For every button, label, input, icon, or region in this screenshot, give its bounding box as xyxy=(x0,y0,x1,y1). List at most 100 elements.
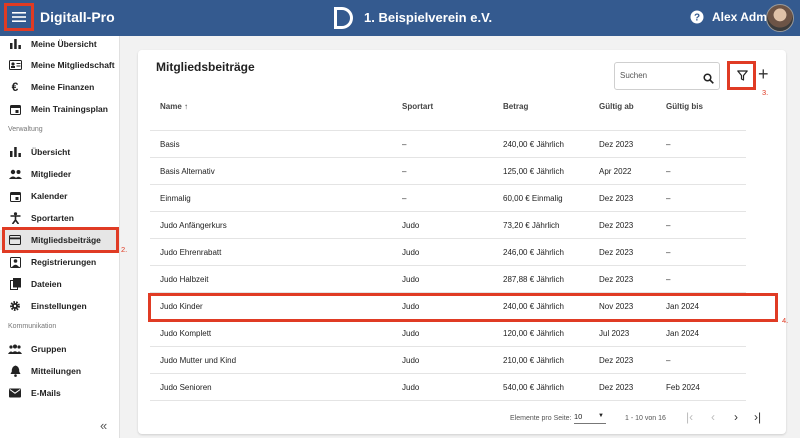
cell-name: Einmalig xyxy=(160,194,191,203)
help-icon[interactable]: ? xyxy=(690,10,704,29)
previous-page-icon[interactable]: ‹ xyxy=(711,410,715,424)
cell-betrag: 120,00 € Jährlich xyxy=(503,329,564,338)
page-range: 1 - 10 von 16 xyxy=(625,415,666,422)
column-header-betrag[interactable]: Betrag xyxy=(503,102,528,111)
sidebar-item-mitteilungen[interactable]: Mitteilungen xyxy=(0,361,120,381)
collapse-sidebar-icon[interactable]: « xyxy=(100,418,107,433)
cell-gueltig-ab: Dez 2023 xyxy=(599,248,634,257)
cell-name: Basis xyxy=(160,140,180,149)
table-row[interactable]: Einmalig – 60,00 € Einmalig Dez 2023 – xyxy=(150,185,746,212)
sidebar-section-kommunikation: Kommunikation xyxy=(8,323,57,330)
sidebar-item-label: Kalender xyxy=(31,191,68,201)
cell-gueltig-ab: Dez 2023 xyxy=(599,356,634,365)
next-page-icon[interactable]: › xyxy=(734,410,738,424)
mail-icon xyxy=(8,386,22,400)
sidebar-item-meine-uebersicht[interactable]: Meine Übersicht xyxy=(0,34,120,54)
cell-sportart: – xyxy=(402,140,407,149)
items-per-page-label: Elemente pro Seite: xyxy=(510,415,572,422)
sidebar-item-e-mails[interactable]: E-Mails xyxy=(0,383,120,403)
svg-text:?: ? xyxy=(694,13,700,24)
table-row[interactable]: Judo Senioren Judo 540,00 € Jährlich Dez… xyxy=(150,374,746,401)
sidebar-section-verwaltung: Verwaltung xyxy=(8,126,43,133)
cell-name: Judo Halbzeit xyxy=(160,275,209,284)
sidebar-item-label: Mitglieder xyxy=(31,169,72,179)
column-header-sportart[interactable]: Sportart xyxy=(402,102,433,111)
top-app-bar: Digitall-Pro 1. Beispielverein e.V. ? Al… xyxy=(0,0,800,36)
membership-fees-card: Mitgliedsbeiträge + Name ↑ Sportart Betr… xyxy=(138,50,786,434)
search-input[interactable] xyxy=(620,71,696,80)
sidebar-item-meine-mitgliedschaft[interactable]: Meine Mitgliedschaft xyxy=(0,55,120,75)
sidebar-item-label: Gruppen xyxy=(31,344,67,354)
cell-gueltig-bis: – xyxy=(666,221,671,230)
people-icon xyxy=(8,167,22,181)
column-header-gueltig-bis[interactable]: Gültig bis xyxy=(666,102,703,111)
sidebar-item-label: Meine Übersicht xyxy=(31,39,97,49)
sidebar-item-dateien[interactable]: Dateien xyxy=(0,274,120,294)
sidebar-item-label: Dateien xyxy=(31,279,62,289)
cell-gueltig-bis: – xyxy=(666,194,671,203)
cell-gueltig-ab: Dez 2023 xyxy=(599,275,634,284)
sidebar-item-uebersicht[interactable]: Übersicht xyxy=(0,142,120,162)
sidebar-item-label: E-Mails xyxy=(31,388,61,398)
sidebar-item-meine-finanzen[interactable]: € Meine Finanzen xyxy=(0,77,120,97)
sidebar-item-mein-trainingsplan[interactable]: Mein Trainingsplan xyxy=(0,99,120,119)
bar-chart-icon xyxy=(8,37,22,51)
gear-icon xyxy=(8,299,22,313)
table-row[interactable]: Judo Halbzeit Judo 287,88 € Jährlich Dez… xyxy=(150,266,746,293)
calendar-icon xyxy=(8,189,22,203)
first-page-icon[interactable]: |‹ xyxy=(686,410,693,424)
sidebar-item-label: Mitteilungen xyxy=(31,366,82,376)
cell-gueltig-ab: Jul 2023 xyxy=(599,329,630,338)
euro-icon: € xyxy=(11,80,19,94)
search-field xyxy=(614,62,720,90)
id-card-icon xyxy=(8,58,22,72)
sidebar-item-sportarten[interactable]: Sportarten xyxy=(0,208,120,228)
avatar[interactable] xyxy=(766,4,794,32)
cell-name: Judo Anfängerkurs xyxy=(160,221,227,230)
cell-gueltig-ab: Dez 2023 xyxy=(599,140,634,149)
cell-gueltig-bis: – xyxy=(666,140,671,149)
cell-betrag: 73,20 € Jährlich xyxy=(503,221,560,230)
sidebar-item-label: Meine Finanzen xyxy=(31,82,95,92)
sidebar-item-kalender[interactable]: Kalender xyxy=(0,186,120,206)
cell-gueltig-ab: Apr 2022 xyxy=(599,167,632,176)
cell-sportart: Judo xyxy=(402,329,420,338)
cell-sportart: – xyxy=(402,194,407,203)
files-icon xyxy=(8,277,22,291)
cell-gueltig-ab: Dez 2023 xyxy=(599,194,634,203)
cell-name: Judo Mutter und Kind xyxy=(160,356,237,365)
cell-gueltig-ab: Dez 2023 xyxy=(599,221,634,230)
sidebar-item-label: Sportarten xyxy=(31,213,74,223)
table-row[interactable]: Basis – 240,00 € Jährlich Dez 2023 – xyxy=(150,131,746,158)
sidebar-item-einstellungen[interactable]: Einstellungen xyxy=(0,296,120,316)
cell-betrag: 540,00 € Jährlich xyxy=(503,383,564,392)
club-name: 1. Beispielverein e.V. xyxy=(364,10,493,25)
cell-betrag: 287,88 € Jährlich xyxy=(503,275,564,284)
annotation-label-2: 2. xyxy=(121,245,128,254)
annotation-box-sidebar xyxy=(2,227,119,253)
table-row[interactable]: Judo Ehrenrabatt Judo 246,00 € Jährlich … xyxy=(150,239,746,266)
cell-sportart: Judo xyxy=(402,356,420,365)
search-icon[interactable] xyxy=(703,71,714,89)
add-icon[interactable]: + xyxy=(758,65,769,83)
column-header-gueltig-ab[interactable]: Gültig ab xyxy=(599,102,634,111)
cell-betrag: 246,00 € Jährlich xyxy=(503,248,564,257)
table-row[interactable]: Judo Mutter und Kind Judo 210,00 € Jährl… xyxy=(150,347,746,374)
cell-gueltig-bis: – xyxy=(666,248,671,257)
last-page-icon[interactable]: ›| xyxy=(754,410,761,424)
sidebar-item-mitglieder[interactable]: Mitglieder xyxy=(0,164,120,184)
sidebar-item-registrierungen[interactable]: Registrierungen xyxy=(0,252,120,272)
annotation-box-filter xyxy=(727,61,756,90)
app-title[interactable]: Digitall-Pro xyxy=(40,9,115,25)
column-header-name[interactable]: Name ↑ xyxy=(160,102,188,111)
table-row[interactable]: Judo Anfängerkurs Judo 73,20 € Jährlich … xyxy=(150,212,746,239)
annotation-box-menu xyxy=(4,3,34,31)
page-size-select[interactable]: 10 ▼ xyxy=(574,412,606,424)
groups-icon xyxy=(8,342,22,356)
cell-name: Judo Komplett xyxy=(160,329,212,338)
table-row[interactable]: Judo Komplett Judo 120,00 € Jährlich Jul… xyxy=(150,320,746,347)
cell-gueltig-bis: Feb 2024 xyxy=(666,383,700,392)
sidebar-item-gruppen[interactable]: Gruppen xyxy=(0,339,120,359)
table-row[interactable]: Basis Alternativ – 125,00 € Jährlich Apr… xyxy=(150,158,746,185)
cell-sportart: – xyxy=(402,167,407,176)
